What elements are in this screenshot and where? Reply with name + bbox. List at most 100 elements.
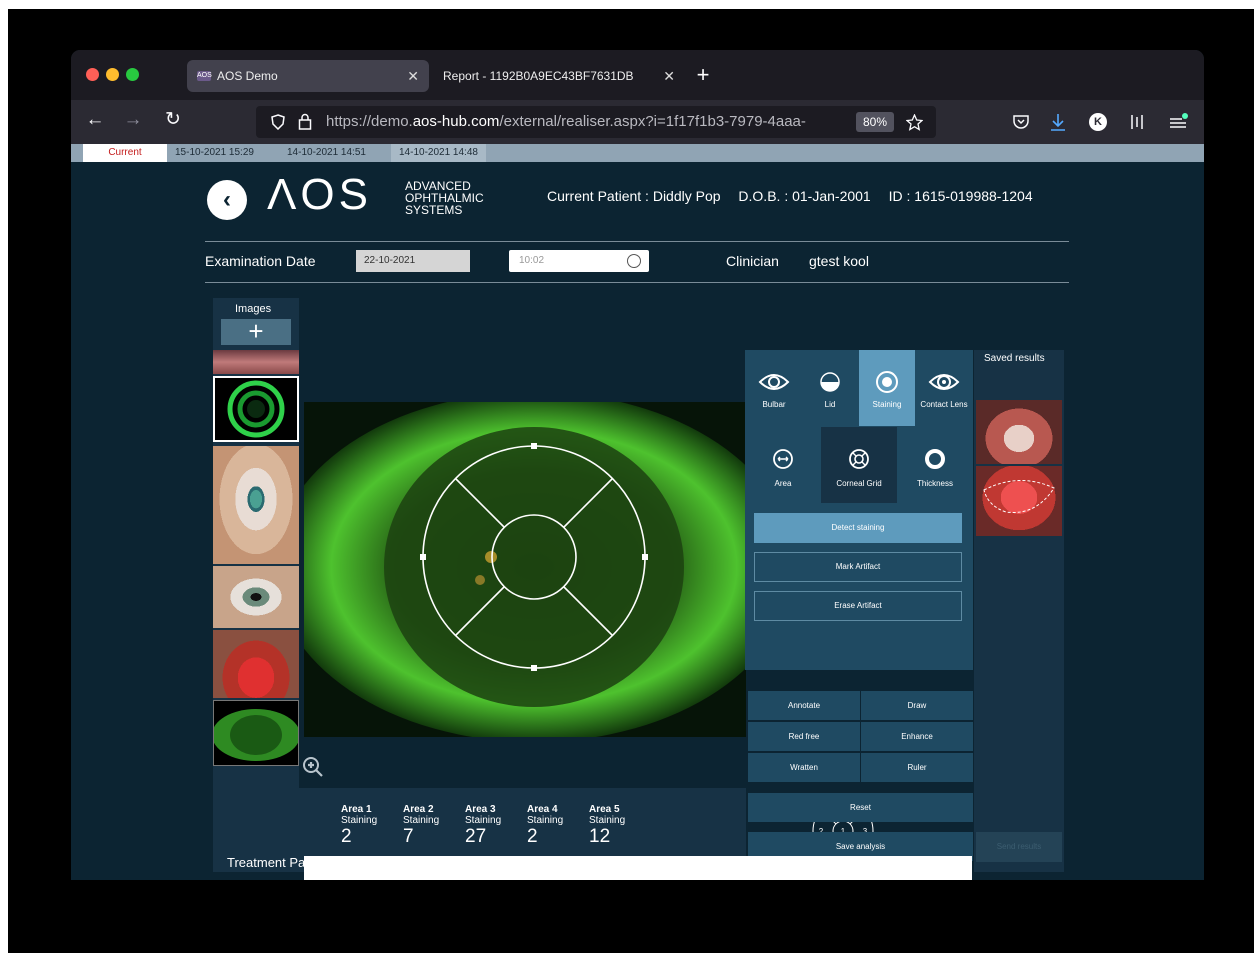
- close-tab-icon[interactable]: ✕: [407, 60, 419, 92]
- version-tab[interactable]: 14-10-2021 14:51: [279, 144, 374, 162]
- image-thumbnail-selected[interactable]: [213, 376, 299, 442]
- analysis-tools-panel: Bulbar Lid Staining Contact Lens Area Co…: [745, 350, 973, 670]
- tool-label: Corneal Grid: [836, 479, 882, 488]
- eye-icon: [758, 374, 790, 390]
- exam-time-field[interactable]: 10:02: [509, 250, 649, 272]
- zoom-badge[interactable]: 80%: [856, 112, 894, 132]
- stat-value: 27: [465, 826, 487, 847]
- tab-aos-demo[interactable]: AOS AOS Demo ✕: [187, 60, 429, 92]
- target-icon: [876, 371, 898, 393]
- patient-id: ID : 1615-019988-1204: [888, 188, 1033, 204]
- back-arrow-icon[interactable]: ←: [83, 108, 107, 132]
- add-image-button[interactable]: +: [221, 318, 291, 345]
- reload-icon[interactable]: ↻: [161, 108, 185, 132]
- address-bar[interactable]: https://demo.aos-hub.com/external/realis…: [256, 106, 936, 138]
- tool-contact-lens[interactable]: Contact Lens: [916, 350, 972, 426]
- url-text[interactable]: https://demo.aos-hub.com/external/realis…: [326, 106, 806, 138]
- url-domain: aos-hub.com: [412, 113, 500, 130]
- browser-window: AOS AOS Demo ✕ Report - 1192B0A9EC43BF76…: [71, 50, 1204, 880]
- send-results-button[interactable]: Send results: [976, 832, 1062, 862]
- stat-subtitle: Staining: [465, 815, 502, 826]
- grid-icon: [849, 449, 869, 469]
- logo-line: SYSTEMS: [405, 203, 463, 217]
- clock-icon[interactable]: [627, 254, 641, 268]
- stat-title: Area 5: [589, 804, 620, 815]
- saved-result-thumbnail[interactable]: [976, 400, 1062, 464]
- tool-bulbar[interactable]: Bulbar: [746, 350, 802, 426]
- version-tab-current[interactable]: Current: [83, 144, 167, 162]
- aos-logo: ΛOS: [267, 170, 372, 219]
- image-thumbnail[interactable]: [213, 446, 299, 564]
- browser-navbar: ← → ↻ https://demo.aos-hub.com/external/…: [71, 100, 1204, 144]
- wratten-button[interactable]: Wratten: [748, 753, 860, 782]
- tab-title: Report - 1192B0A9EC43BF7631DB: [443, 69, 634, 83]
- divider: [205, 241, 1069, 242]
- extensions-icon[interactable]: [1129, 113, 1145, 131]
- pocket-icon[interactable]: [1012, 113, 1030, 131]
- treatment-pathway-field[interactable]: [304, 856, 972, 880]
- zoom-in-icon[interactable]: [302, 756, 324, 778]
- half-circle-icon: [820, 372, 840, 392]
- exam-date-label: Examination Date: [205, 253, 316, 269]
- detect-staining-button[interactable]: Detect staining: [754, 513, 962, 543]
- patient-dob: D.O.B. : 01-Jan-2001: [738, 188, 871, 204]
- lock-icon[interactable]: [298, 113, 312, 130]
- bookmark-star-icon[interactable]: [906, 114, 923, 131]
- download-icon[interactable]: [1049, 112, 1067, 132]
- ruler-button[interactable]: Ruler: [861, 753, 973, 782]
- enhance-button[interactable]: Enhance: [861, 722, 973, 751]
- clinician-label: Clinician: [726, 253, 779, 269]
- image-thumbnail[interactable]: [213, 700, 299, 766]
- shield-icon[interactable]: [270, 114, 286, 130]
- tool-area[interactable]: Area: [745, 427, 821, 503]
- new-tab-icon[interactable]: +: [689, 60, 717, 92]
- tab-report[interactable]: Report - 1192B0A9EC43BF7631DB ✕: [433, 60, 685, 92]
- image-thumbnail[interactable]: [213, 350, 299, 374]
- version-tab[interactable]: 15-10-2021 15:29: [167, 144, 262, 162]
- logo-subtitle: ADVANCED OPHTHALMIC SYSTEMS: [405, 180, 484, 216]
- reset-button[interactable]: Reset: [748, 793, 973, 822]
- erase-artifact-button[interactable]: Erase Artifact: [754, 591, 962, 621]
- mark-artifact-button[interactable]: Mark Artifact: [754, 552, 962, 582]
- eye-thumbnail-graphic: [227, 380, 285, 438]
- tool-thickness[interactable]: Thickness: [897, 427, 973, 503]
- stat-area-4: Area 4 Staining 2: [527, 804, 563, 848]
- close-window-button[interactable]: [86, 68, 99, 81]
- stat-area-5: Area 5 Staining 12: [589, 804, 625, 848]
- saved-result-annotation: [983, 479, 1055, 513]
- image-thumbnail[interactable]: [213, 566, 299, 628]
- divider: [205, 282, 1069, 283]
- red-free-button[interactable]: Red free: [748, 722, 860, 751]
- minimize-window-button[interactable]: [106, 68, 119, 81]
- version-tabs: Current 15-10-2021 15:29 14-10-2021 14:5…: [71, 144, 1204, 162]
- annotate-button[interactable]: Annotate: [748, 691, 860, 720]
- image-thumbnail[interactable]: [213, 630, 299, 698]
- stat-title: Area 2: [403, 804, 434, 815]
- saved-results-label: Saved results: [984, 353, 1045, 364]
- stat-subtitle: Staining: [341, 815, 378, 826]
- draw-button[interactable]: Draw: [861, 691, 973, 720]
- tool-staining[interactable]: Staining: [859, 350, 915, 426]
- main-eye-image[interactable]: [304, 402, 746, 737]
- forward-arrow-icon[interactable]: →: [121, 108, 145, 132]
- maximize-window-button[interactable]: [126, 68, 139, 81]
- menu-icon[interactable]: [1168, 112, 1188, 132]
- stat-area-1: Area 1 Staining 2: [341, 804, 377, 848]
- tool-label: Area: [774, 479, 792, 488]
- stat-value: 2: [527, 826, 538, 847]
- stat-subtitle: Staining: [589, 815, 626, 826]
- stat-value: 12: [589, 826, 611, 847]
- exam-date-field[interactable]: 22-10-2021: [356, 250, 470, 272]
- tool-lid[interactable]: Lid: [802, 350, 858, 426]
- screenshot-root: AOS AOS Demo ✕ Report - 1192B0A9EC43BF76…: [0, 0, 1254, 953]
- eye-thumbnail-graphic: [214, 709, 298, 761]
- version-tab[interactable]: 14-10-2021 14:48: [391, 144, 486, 162]
- close-tab-icon[interactable]: ✕: [663, 60, 675, 92]
- stat-value: 2: [341, 826, 352, 847]
- back-button[interactable]: ‹: [207, 180, 247, 220]
- saved-result-thumbnail[interactable]: [976, 466, 1062, 536]
- patient-name: Current Patient : Diddly Pop: [547, 188, 721, 204]
- tool-corneal-grid[interactable]: Corneal Grid: [821, 427, 897, 503]
- images-label: Images: [235, 303, 272, 315]
- account-avatar[interactable]: K: [1089, 113, 1107, 131]
